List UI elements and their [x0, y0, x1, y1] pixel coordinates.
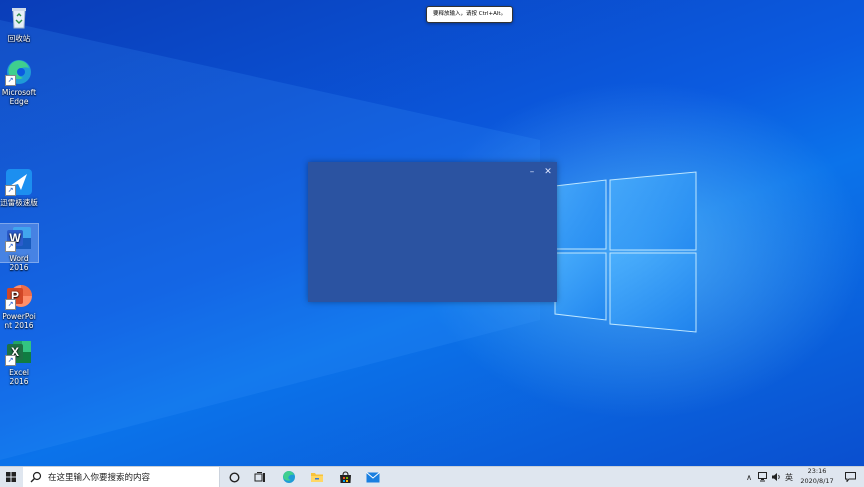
desktop-icon-excel[interactable]: X ↗ Excel 2016	[0, 338, 38, 386]
desktop-icon-label: 回收站	[7, 34, 31, 43]
taskbar-search-box[interactable]: 在这里输入你要搜索的内容	[23, 467, 220, 487]
tray-network-button[interactable]	[757, 467, 769, 487]
close-button[interactable]: ✕	[541, 166, 555, 178]
start-button[interactable]	[0, 467, 22, 487]
minimize-button[interactable]: –	[525, 166, 539, 178]
recycle-bin-icon	[5, 4, 33, 32]
desktop-icon-powerpoint[interactable]: P ↗ PowerPoint 2016	[0, 282, 38, 330]
desktop-icon-label: PowerPoint 2016	[2, 312, 36, 330]
edge-icon	[283, 471, 295, 483]
network-icon	[757, 472, 767, 482]
app-window[interactable]: – ✕	[308, 162, 557, 302]
xunlei-bird-icon: ↗	[5, 168, 33, 196]
search-placeholder: 在这里输入你要搜索的内容	[48, 473, 151, 483]
notification-icon	[844, 472, 856, 482]
taskbar: 在这里输入你要搜索的内容 ∧ 英 23:16 2020/8/17	[0, 466, 864, 487]
tray-volume-button[interactable]	[770, 467, 782, 487]
ime-language-label: 英	[785, 472, 793, 482]
shortcut-arrow-icon: ↗	[5, 185, 16, 196]
show-hidden-icons-button[interactable]: ∧	[743, 467, 755, 487]
clock-date: 2020/8/17	[800, 476, 834, 485]
shortcut-arrow-icon: ↗	[5, 299, 16, 310]
desktop-icon-word[interactable]: W ↗ Word 2016	[0, 223, 39, 272]
task-view-button[interactable]	[250, 467, 270, 487]
word-icon: W ↗	[5, 224, 33, 252]
desktop[interactable]: 回收站 ↗ Microsoft Edge ↗ 迅雷极速版 W ↗ Word 20…	[0, 0, 864, 466]
windows-start-icon	[6, 472, 16, 482]
edge-icon: ↗	[5, 58, 33, 86]
powerpoint-icon: P ↗	[5, 282, 33, 310]
shortcut-arrow-icon: ↗	[5, 355, 16, 366]
desktop-icon-label: Excel 2016	[9, 368, 29, 386]
desktop-icon-xunlei[interactable]: ↗ 迅雷极速版	[0, 168, 38, 207]
taskbar-store-button[interactable]	[335, 467, 355, 487]
shortcut-arrow-icon: ↗	[5, 241, 16, 252]
taskbar-file-explorer-button[interactable]	[307, 467, 327, 487]
desktop-icon-label: Word 2016	[9, 254, 29, 272]
release-input-tooltip: 要释放输入，请按 Ctrl+Alt。	[426, 6, 514, 23]
desktop-icon-label: Microsoft Edge	[1, 88, 37, 106]
taskbar-clock[interactable]: 23:16 2020/8/17	[794, 467, 840, 487]
desktop-icon-label: 迅雷极速版	[0, 198, 38, 207]
desktop-icon-recycle-bin[interactable]: 回收站	[0, 4, 38, 43]
speaker-icon	[771, 473, 780, 481]
task-view-icon	[254, 471, 265, 482]
taskbar-edge-button[interactable]	[279, 467, 299, 487]
store-icon	[339, 470, 351, 483]
excel-icon: X ↗	[5, 338, 33, 366]
shortcut-arrow-icon: ↗	[5, 75, 16, 86]
cortana-button[interactable]	[224, 467, 244, 487]
chevron-up-icon: ∧	[746, 472, 752, 482]
search-icon	[30, 471, 42, 483]
taskbar-mail-button[interactable]	[363, 467, 383, 487]
mail-icon	[366, 471, 380, 482]
desktop-icon-edge[interactable]: ↗ Microsoft Edge	[0, 58, 38, 106]
clock-time: 23:16	[807, 467, 827, 475]
cortana-circle-icon	[228, 471, 240, 483]
action-center-button[interactable]	[842, 467, 858, 487]
file-explorer-icon	[311, 473, 323, 482]
